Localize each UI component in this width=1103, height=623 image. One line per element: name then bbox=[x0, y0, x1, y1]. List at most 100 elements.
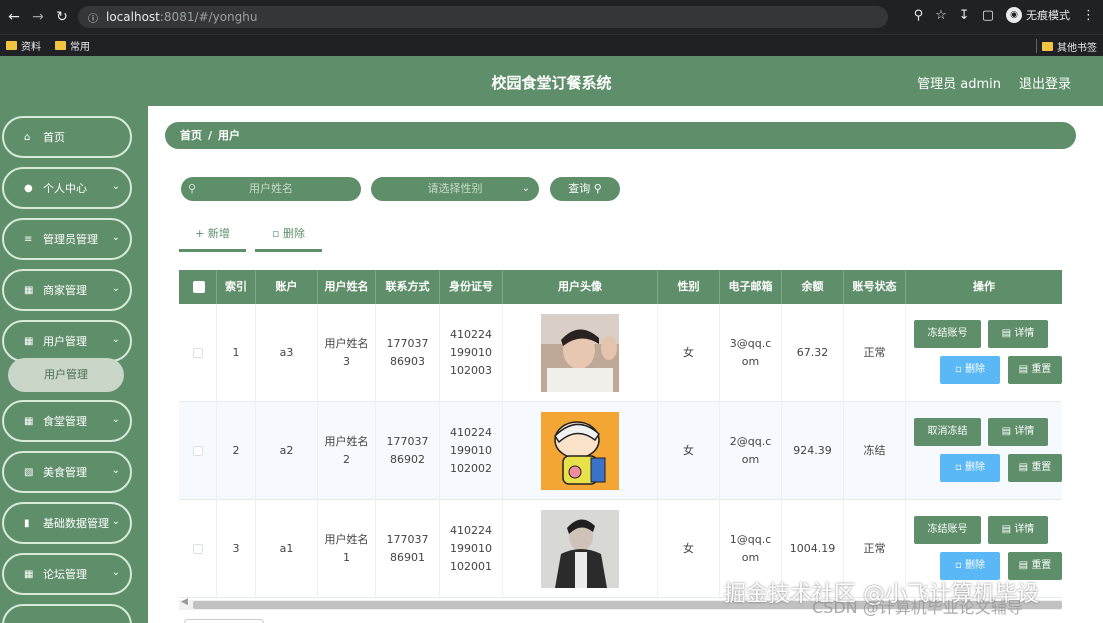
cell-account: a3 bbox=[256, 304, 318, 402]
detail-button[interactable]: ▤ 详情 bbox=[988, 516, 1048, 544]
detail-button[interactable]: ▤ 详情 bbox=[988, 418, 1048, 446]
unfreeze-button[interactable]: 取消冻结 bbox=[914, 418, 981, 446]
other-bookmarks-label: 其他书签 bbox=[1057, 43, 1097, 54]
admin-label: 管理员 admin bbox=[917, 77, 1001, 92]
breadcrumb-current: 用户 bbox=[218, 129, 241, 142]
chevron-down-icon: ⌄ bbox=[111, 232, 120, 243]
chevron-down-icon: ⌄ bbox=[111, 181, 120, 192]
name-search-input[interactable]: ⚲ 用户姓名 bbox=[181, 177, 361, 201]
cell-idcard: 410224199010102001 bbox=[440, 500, 503, 598]
cell-actions: 冻结账号 ▤ 详情 ▫ 删除 ▤ 重置 bbox=[906, 304, 1062, 402]
table-header: 索引 账户 用户姓名 联系方式 身份证号 用户头像 性别 电子邮箱 余额 账号状… bbox=[179, 270, 1062, 304]
sidebar-item-profile[interactable]: ● 个人中心 ⌄ bbox=[2, 167, 132, 209]
col-name[interactable]: 用户姓名 bbox=[318, 270, 376, 304]
detail-button[interactable]: ▤ 详情 bbox=[988, 320, 1048, 348]
cell-phone: 17703786903 bbox=[376, 304, 440, 402]
document-icon: ▤ bbox=[1018, 560, 1029, 571]
row-checkbox[interactable] bbox=[192, 446, 203, 456]
col-account[interactable]: 账户 bbox=[256, 270, 318, 304]
sidebar-subitem-users[interactable]: 用户管理 bbox=[8, 358, 124, 392]
sidebar-item-more[interactable] bbox=[2, 604, 132, 623]
logout-link[interactable]: 退出登录 bbox=[1019, 73, 1071, 92]
gender-select[interactable]: 请选择性别 ⌄ bbox=[371, 177, 539, 201]
breadcrumb-home[interactable]: 首页 bbox=[180, 129, 202, 142]
avatar-image[interactable] bbox=[541, 412, 619, 490]
sidebar-item-users[interactable]: ▦ 用户管理 ⌄ bbox=[2, 320, 132, 362]
col-status[interactable]: 账号状态 bbox=[844, 270, 906, 304]
user-icon: ● bbox=[24, 182, 33, 194]
reset-button[interactable]: ▤ 重置 bbox=[1008, 454, 1062, 482]
cell-avatar bbox=[503, 402, 658, 500]
freeze-button[interactable]: 冻结账号 bbox=[914, 320, 981, 348]
sidebar-item-label: 论坛管理 bbox=[43, 568, 87, 581]
cell-actions: 取消冻结 ▤ 详情 ▫ 删除 ▤ 重置 bbox=[906, 402, 1062, 500]
batch-delete-button[interactable]: ▫ 删除 bbox=[255, 220, 322, 252]
col-avatar[interactable]: 用户头像 bbox=[503, 270, 658, 304]
cell-status: 冻结 bbox=[844, 402, 906, 500]
sidepanel-icon[interactable]: ▢ bbox=[982, 8, 994, 23]
row-select-cell bbox=[179, 500, 217, 598]
col-idcard[interactable]: 身份证号 bbox=[440, 270, 503, 304]
query-button[interactable]: 查询 ⚲ bbox=[550, 177, 620, 201]
download-icon[interactable]: ↧ bbox=[959, 8, 970, 23]
main-content: 首页 / 用户 ⚲ 用户姓名 请选择性别 ⌄ 查询 ⚲ + 新增 ▫ 删除 索引 账… bbox=[148, 106, 1103, 623]
col-index[interactable]: 索引 bbox=[217, 270, 256, 304]
sidebar-item-forum[interactable]: ▦ 论坛管理 ⌄ bbox=[2, 553, 132, 595]
chevron-down-icon: ⌄ bbox=[111, 334, 120, 345]
bookmark-folder[interactable]: 常用 bbox=[55, 38, 90, 53]
sidebar-item-basedata[interactable]: ▮ 基础数据管理 ⌄ bbox=[2, 502, 132, 544]
star-icon[interactable]: ☆ bbox=[935, 8, 947, 23]
delete-button[interactable]: ▫ 删除 bbox=[940, 454, 1000, 482]
sidebar-item-foods[interactable]: ▧ 美食管理 ⌄ bbox=[2, 451, 132, 493]
row-checkbox[interactable] bbox=[192, 544, 203, 554]
sidebar-item-canteens[interactable]: ▦ 食堂管理 ⌄ bbox=[2, 400, 132, 442]
row-checkbox[interactable] bbox=[192, 348, 203, 358]
incognito-label: 无痕模式 bbox=[1026, 9, 1070, 22]
bookmark-folder[interactable]: 资料 bbox=[6, 38, 41, 53]
back-icon[interactable]: ← bbox=[4, 9, 24, 25]
reload-icon[interactable]: ↻ bbox=[52, 9, 72, 25]
col-gender[interactable]: 性别 bbox=[658, 270, 720, 304]
key-icon[interactable]: ⚲ bbox=[914, 8, 924, 23]
cell-idcard: 410224199010102003 bbox=[440, 304, 503, 402]
address-bar[interactable]: ⓘ localhost:8081/#/yonghu bbox=[78, 6, 888, 28]
cell-phone: 17703786901 bbox=[376, 500, 440, 598]
table-icon: ▧ bbox=[24, 466, 34, 478]
chevron-down-icon: ⌄ bbox=[111, 516, 120, 527]
trash-icon: ▫ bbox=[955, 364, 962, 375]
add-button[interactable]: + 新增 bbox=[179, 220, 246, 252]
reset-label: 重置 bbox=[1031, 560, 1052, 571]
reset-label: 重置 bbox=[1031, 364, 1052, 375]
document-icon: ▤ bbox=[1001, 328, 1012, 339]
freeze-button[interactable]: 冻结账号 bbox=[914, 516, 981, 544]
delete-button[interactable]: ▫ 删除 bbox=[940, 356, 1000, 384]
sidebar-item-merchants[interactable]: ▦ 商家管理 ⌄ bbox=[2, 269, 132, 311]
scroll-left-icon[interactable]: ◀ bbox=[181, 597, 188, 607]
other-bookmarks[interactable]: 其他书签 bbox=[1042, 39, 1097, 54]
app-header: 校园食堂订餐系统 管理员 admin 退出登录 bbox=[0, 56, 1103, 106]
cell-phone: 17703786902 bbox=[376, 402, 440, 500]
forward-icon[interactable]: → bbox=[28, 9, 48, 25]
detail-label: 详情 bbox=[1014, 524, 1035, 535]
folder-icon bbox=[6, 41, 17, 50]
col-phone[interactable]: 联系方式 bbox=[376, 270, 440, 304]
incognito-badge[interactable]: ◉ 无痕模式 bbox=[1006, 7, 1070, 23]
col-email[interactable]: 电子邮箱 bbox=[720, 270, 782, 304]
more-icon[interactable]: ⋮ bbox=[1082, 8, 1095, 23]
document-icon: ▤ bbox=[1001, 426, 1012, 437]
reset-button[interactable]: ▤ 重置 bbox=[1008, 356, 1062, 384]
avatar-image[interactable] bbox=[541, 510, 619, 588]
detail-label: 详情 bbox=[1014, 426, 1035, 437]
select-all-checkbox[interactable] bbox=[193, 281, 205, 293]
breadcrumb-separator: / bbox=[208, 129, 213, 142]
users-table: 索引 账户 用户姓名 联系方式 身份证号 用户头像 性别 电子邮箱 余额 账号状… bbox=[179, 270, 1062, 604]
sidebar-item-home[interactable]: ⌂ 首页 bbox=[2, 116, 132, 158]
cell-account: a2 bbox=[256, 402, 318, 500]
chevron-down-icon: ⌄ bbox=[111, 465, 120, 476]
sidebar-item-label: 用户管理 bbox=[43, 335, 87, 348]
cell-balance: 924.39 bbox=[782, 402, 844, 500]
pagination[interactable] bbox=[184, 619, 264, 623]
col-balance[interactable]: 余额 bbox=[782, 270, 844, 304]
avatar-image[interactable] bbox=[541, 314, 619, 392]
sidebar-item-admins[interactable]: ≡ 管理员管理 ⌄ bbox=[2, 218, 132, 260]
